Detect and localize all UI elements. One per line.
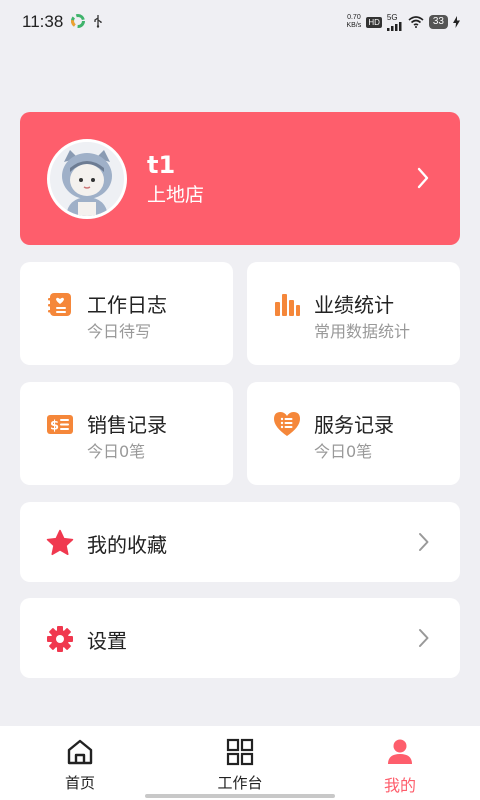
bottom-nav: 首页 工作台 我的 [0,726,480,800]
tile-title: 工作日志 [87,293,167,317]
nav-label: 我的 [383,776,416,795]
gear-icon [46,625,74,653]
chevron-right-icon [418,531,430,557]
bar-chart-icon [273,290,301,318]
nav-mine[interactable]: 我的 [320,726,480,800]
tile-title: 销售记录 [87,413,167,437]
tile-subtitle: 今日待写 [87,322,152,341]
app-notification-icon [71,13,86,32]
charging-icon [453,13,460,32]
tile-subtitle: 今日0笔 [87,442,146,461]
tile-title: 服务记录 [314,413,394,437]
nav-label: 首页 [64,774,95,792]
user-icon [385,737,415,767]
tile-performance-stats[interactable]: 业绩统计 常用数据统计 [247,262,460,365]
status-time: 11:38 [22,12,64,31]
notebook-icon [46,290,74,318]
receipt-icon: $ [46,410,74,438]
grid-icon [225,737,255,767]
nav-label: 工作台 [217,774,263,792]
hd-badge: HD [366,16,382,28]
chevron-right-icon [416,166,430,194]
star-icon [46,529,74,557]
wifi-icon [408,13,424,32]
heart-list-icon [273,410,301,438]
row-my-favorites[interactable]: 我的收藏 [20,502,460,582]
nav-workbench[interactable]: 工作台 [160,726,320,800]
row-label: 我的收藏 [87,533,167,557]
row-label: 设置 [87,629,127,653]
home-indicator [145,794,335,798]
battery-indicator: 33 [428,15,448,29]
status-bar: 11:38 0.70 KB/s HD 5G 33 [0,0,480,44]
net-speed: 0.70 KB/s [346,14,362,29]
chevron-right-icon [418,627,430,653]
tile-subtitle: 常用数据统计 [314,322,411,341]
tile-service-records[interactable]: 服务记录 今日0笔 [247,382,460,485]
nav-home[interactable]: 首页 [0,726,160,800]
tile-subtitle: 今日0笔 [314,442,373,461]
tile-work-log[interactable]: 工作日志 今日待写 [20,262,233,365]
tile-sales-records[interactable]: $ 销售记录 今日0笔 [20,382,233,485]
cellular-signal-icon: 5G [386,13,403,31]
profile-card[interactable]: t1 上地店 [20,112,460,245]
tile-title: 业绩统计 [314,293,394,317]
row-settings[interactable]: 设置 [20,598,460,678]
profile-store: 上地店 [147,183,205,206]
avatar [47,138,127,219]
svg-text:$: $ [50,419,59,434]
profile-name: t1 [147,150,176,179]
home-icon [65,737,95,767]
usb-icon [93,13,103,32]
